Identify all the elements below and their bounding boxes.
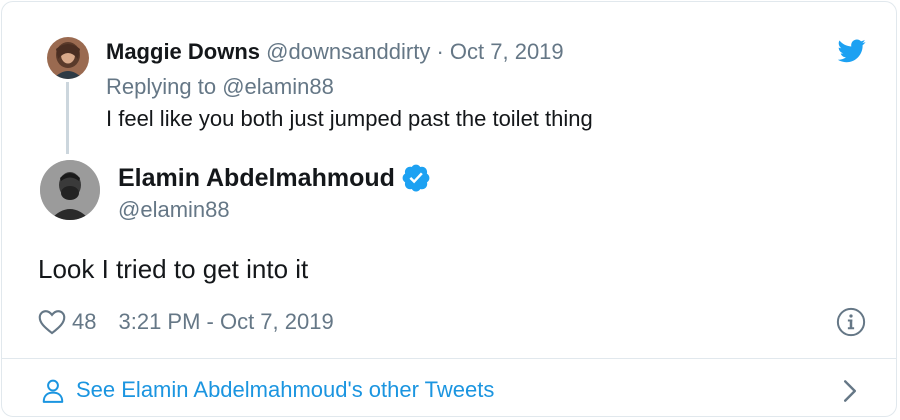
parent-tweet-header: Maggie Downs @downsanddirty · Oct 7, 201…	[106, 38, 564, 66]
tweet-embed-card: Maggie Downs @downsanddirty · Oct 7, 201…	[1, 1, 897, 417]
tweet-timestamp[interactable]: 3:21 PM - Oct 7, 2019	[118, 309, 333, 335]
parent-author-name[interactable]: Maggie Downs	[106, 39, 260, 64]
header-separator: ·	[430, 39, 450, 64]
main-author-avatar[interactable]	[40, 160, 100, 220]
info-icon[interactable]	[836, 307, 866, 337]
parent-tweet-text: I feel like you both just jumped past th…	[106, 106, 593, 131]
avatar-photo-icon	[47, 37, 89, 79]
parent-author-handle[interactable]: @downsanddirty	[266, 39, 430, 64]
like-count[interactable]: 48	[72, 309, 96, 335]
avatar-photo-icon	[40, 160, 100, 220]
replying-to-label: Replying to	[106, 74, 223, 99]
heart-icon[interactable]	[38, 309, 66, 335]
main-author-handle[interactable]: @elamin88	[118, 196, 230, 224]
verified-badge-icon	[402, 164, 430, 192]
replying-to-line: Replying to @elamin88	[106, 73, 334, 101]
twitter-bird-icon[interactable]	[838, 39, 866, 63]
thread-connector-line	[66, 82, 69, 154]
tweet-meta-row: 48 3:21 PM - Oct 7, 2019	[38, 307, 334, 337]
replying-to-handle[interactable]: @elamin88	[222, 74, 334, 99]
main-author-name[interactable]: Elamin Abdelmahmoud	[118, 162, 395, 194]
see-other-tweets-label[interactable]: See Elamin Abdelmahmoud's other Tweets	[76, 376, 494, 404]
person-icon	[42, 379, 64, 403]
main-author-name-row: Elamin Abdelmahmoud	[118, 162, 430, 194]
parent-author-avatar[interactable]	[47, 37, 89, 79]
main-tweet-text: Look I tried to get into it	[38, 254, 309, 284]
see-other-tweets-link[interactable]: See Elamin Abdelmahmoud's other Tweets	[2, 359, 896, 416]
parent-tweet-date[interactable]: Oct 7, 2019	[450, 39, 564, 64]
chevron-right-icon[interactable]	[842, 379, 858, 403]
